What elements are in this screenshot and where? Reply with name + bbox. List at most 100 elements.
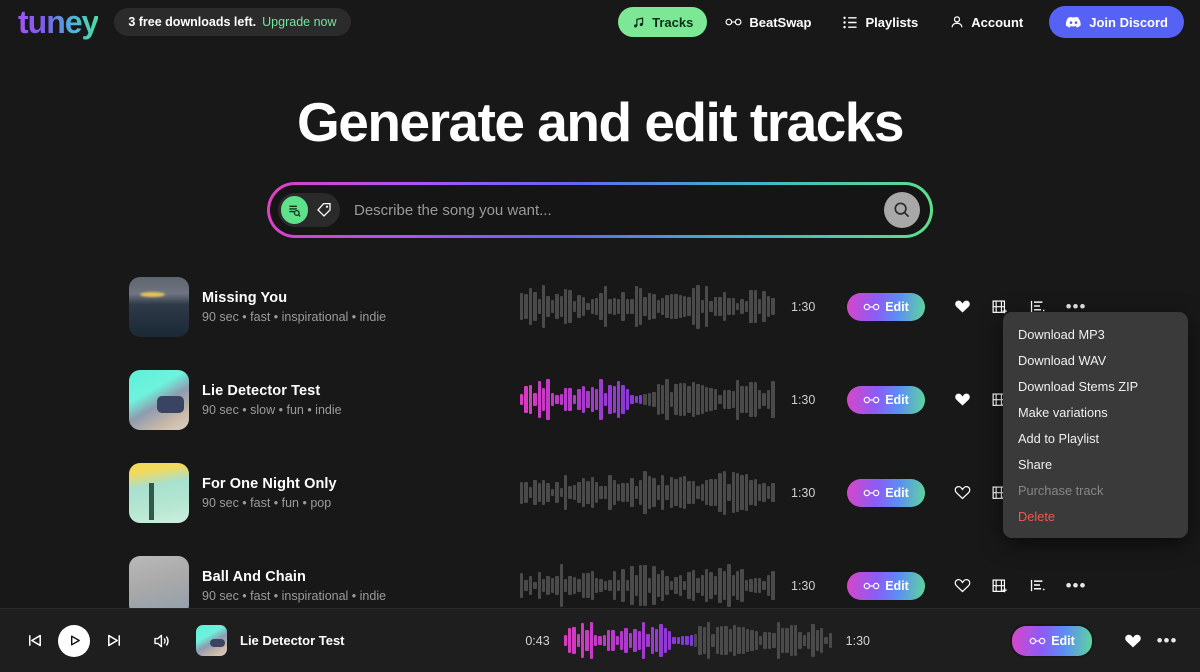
search-submit-button[interactable] — [884, 192, 920, 228]
text-prompt-icon[interactable] — [281, 196, 309, 224]
waveform-bar — [678, 575, 683, 596]
waveform-bar — [802, 635, 806, 646]
waveform-bar — [687, 571, 691, 600]
waveform-bar — [643, 564, 647, 607]
waveform-bar — [656, 485, 660, 500]
track-waveform[interactable] — [520, 563, 775, 608]
track-context-menu: Download MP3 Download WAV Download Stems Z… — [1003, 312, 1188, 538]
volume-button[interactable] — [142, 632, 182, 650]
track-video-button[interactable] — [983, 578, 1017, 594]
waveform-bar — [652, 477, 656, 508]
waveform-bar — [585, 630, 589, 651]
previous-track-button[interactable] — [14, 631, 54, 650]
waveform-bar — [528, 287, 533, 326]
waveform-bar — [828, 632, 832, 649]
waveform-bar — [691, 382, 696, 417]
menu-item-make-variations[interactable]: Make variations — [1003, 399, 1188, 425]
waveform-bar — [638, 564, 643, 607]
waveform-bar — [753, 382, 757, 417]
search-input[interactable] — [340, 201, 884, 219]
track-more-button[interactable]: ••• — [1059, 298, 1093, 315]
join-discord-button[interactable]: Join Discord — [1049, 6, 1184, 38]
play-button[interactable] — [54, 624, 94, 657]
menu-item-download-wav[interactable]: Download WAV — [1003, 347, 1188, 373]
track-waveform[interactable] — [520, 378, 775, 422]
free-downloads-banner[interactable]: 3 free downloads left. Upgrade now — [114, 8, 351, 36]
prompt-mode-toggle[interactable] — [278, 193, 340, 227]
waveform-bar — [630, 478, 634, 507]
track-like-button[interactable] — [945, 392, 979, 407]
menu-item-share[interactable]: Share — [1003, 451, 1188, 477]
player-waveform[interactable] — [563, 621, 832, 661]
player-like-button[interactable] — [1116, 633, 1150, 649]
waveform-bar — [811, 623, 815, 658]
waveform-bar — [680, 636, 685, 645]
waveform-bar — [785, 627, 789, 654]
menu-item-download-mp3[interactable]: Download MP3 — [1003, 321, 1188, 347]
nav-item-tracks[interactable]: Tracks — [618, 7, 708, 37]
waveform-bar — [727, 297, 731, 316]
waveform-bar — [599, 378, 603, 421]
waveform-bar — [524, 482, 528, 503]
waveform-bar — [599, 292, 603, 321]
track-waveform[interactable] — [520, 470, 775, 515]
waveform-bar — [665, 379, 669, 420]
tuney-logo[interactable]: tuney — [14, 2, 99, 42]
waveform-bar — [766, 389, 771, 410]
waveform-bar — [537, 483, 542, 502]
nav-item-account[interactable]: Account — [936, 7, 1037, 37]
track-edit-button[interactable]: Edit — [847, 292, 925, 321]
waveform-bar — [757, 298, 762, 315]
track-edit-button[interactable]: Edit — [847, 571, 925, 600]
waveform-bar — [663, 627, 667, 654]
track-artwork[interactable] — [129, 555, 189, 616]
track-artwork[interactable] — [129, 369, 189, 430]
waveform-bar — [661, 475, 665, 510]
waveform-bar — [555, 293, 559, 320]
menu-item-add-to-playlist[interactable]: Add to Playlist — [1003, 425, 1188, 451]
track-like-button[interactable] — [945, 299, 979, 314]
waveform-bar — [643, 471, 647, 514]
waveform-bar — [634, 486, 638, 499]
waveform-bar — [656, 300, 660, 313]
track-like-button[interactable] — [945, 578, 979, 593]
waveform-bar — [628, 633, 633, 648]
waveform-bar — [577, 578, 581, 593]
player-more-button[interactable]: ••• — [1150, 632, 1184, 649]
track-stems-button[interactable] — [1021, 578, 1055, 593]
waveform-bar — [700, 384, 705, 415]
menu-item-delete[interactable]: Delete — [1003, 503, 1188, 529]
waveform-bar — [652, 293, 656, 320]
track-actions: ••• — [945, 577, 1093, 594]
player-elapsed-time: 0:43 — [525, 633, 550, 648]
player-edit-button[interactable]: Edit — [1012, 625, 1092, 656]
page-title: Generate and edit tracks — [297, 91, 904, 153]
track-more-button[interactable]: ••• — [1059, 577, 1093, 594]
menu-item-download-stems-zip[interactable]: Download Stems ZIP — [1003, 373, 1188, 399]
waveform-bar — [559, 295, 564, 318]
waveform-bar — [798, 631, 802, 650]
waveform-bar — [749, 289, 753, 324]
track-duration: 1:30 — [791, 485, 816, 500]
next-track-button[interactable] — [94, 631, 134, 650]
waveform-bar — [762, 291, 766, 322]
waveform-bar — [572, 576, 577, 595]
waveform-bar — [696, 284, 700, 329]
track-waveform[interactable] — [520, 284, 775, 329]
waveform-bar — [685, 635, 689, 646]
waveform-bar — [806, 631, 811, 650]
track-artwork[interactable] — [129, 462, 189, 523]
waveform-bar — [661, 298, 665, 315]
nav-item-playlists[interactable]: Playlists — [829, 7, 932, 37]
waveform-bar — [594, 577, 599, 594]
track-title: Missing You — [202, 289, 288, 306]
track-like-button[interactable] — [945, 485, 979, 500]
track-edit-button[interactable]: Edit — [847, 385, 925, 414]
track-edit-button[interactable]: Edit — [847, 478, 925, 507]
upgrade-now-link[interactable]: Upgrade now — [262, 15, 336, 29]
nav-item-beatswap[interactable]: BeatSwap — [711, 7, 825, 37]
waveform-bar — [555, 394, 559, 405]
tag-icon[interactable] — [311, 196, 337, 224]
waveform-bar — [594, 298, 599, 315]
track-artwork[interactable] — [129, 276, 189, 337]
